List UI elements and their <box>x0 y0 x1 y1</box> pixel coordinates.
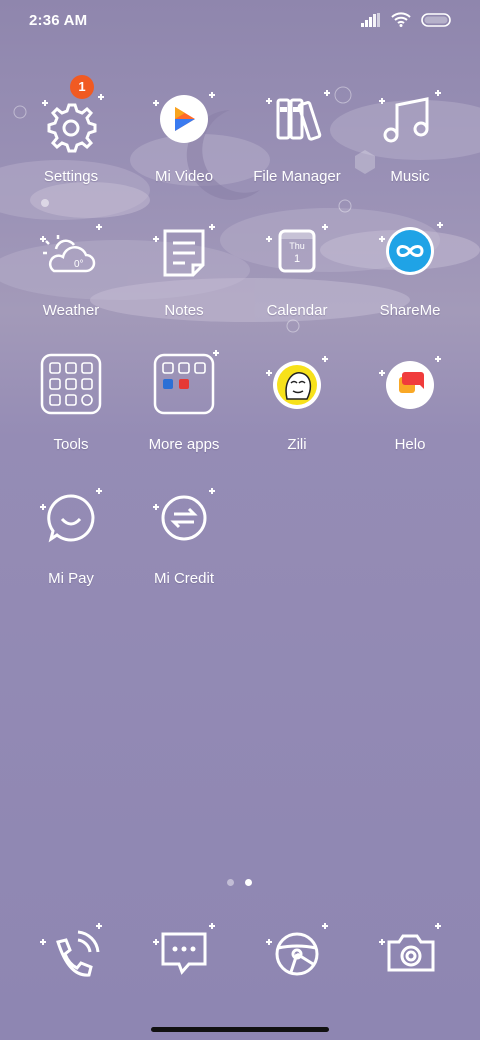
camera-icon <box>377 923 443 996</box>
clock: 2:36 AM <box>29 12 88 29</box>
shareme-icon <box>377 222 443 295</box>
app-label: Music <box>390 168 430 185</box>
status-icons <box>361 12 451 27</box>
mi-credit-icon <box>151 488 217 563</box>
folder-tools[interactable]: Tools <box>15 353 127 473</box>
wallpaper <box>0 86 480 333</box>
app-music[interactable]: Music <box>354 90 466 205</box>
page-indicator[interactable] <box>227 879 252 886</box>
wifi-icon <box>391 12 411 27</box>
app-label: Mi Pay <box>48 570 94 587</box>
mi-video-icon <box>151 92 217 161</box>
app-label: Mi Video <box>154 168 214 185</box>
status-bar: 2:36 AM <box>0 0 480 44</box>
dock-camera[interactable] <box>354 923 466 1010</box>
app-label: Settings <box>43 168 99 185</box>
browser-icon <box>264 923 330 996</box>
app-label: Weather <box>42 302 100 319</box>
app-label: File Manager <box>253 168 341 185</box>
dock-browser[interactable] <box>241 923 353 1010</box>
music-note-icon <box>377 90 443 161</box>
app-helo[interactable]: Helo <box>354 356 466 473</box>
app-file-manager[interactable]: File Manager <box>241 90 353 205</box>
calendar-day: Thu <box>289 241 305 251</box>
calendar-date: 1 <box>294 253 300 265</box>
signal-icon <box>361 12 380 27</box>
folder-label: More apps <box>148 436 220 453</box>
folder-binders-icon <box>264 90 330 161</box>
battery-icon <box>421 12 451 27</box>
weather-cloud-sun-icon: 0° <box>38 224 104 295</box>
folder-label: Tools <box>53 436 89 453</box>
app-shareme[interactable]: ShareMe <box>354 222 466 339</box>
app-mi-pay[interactable]: Mi Pay <box>15 488 127 607</box>
app-label: Calendar <box>266 302 328 319</box>
home-gesture-bar[interactable] <box>151 1027 329 1032</box>
settings-icon: 1 <box>38 75 104 161</box>
app-zili[interactable]: Zili <box>241 356 353 473</box>
mi-pay-icon <box>38 488 104 563</box>
app-notes[interactable]: Notes <box>128 224 240 339</box>
app-calendar[interactable]: Thu 1 Calendar <box>241 224 353 339</box>
app-label: Helo <box>394 436 426 453</box>
app-label: Mi Credit <box>153 570 214 587</box>
app-mi-credit[interactable]: Mi Credit <box>128 488 240 607</box>
folder-more-apps[interactable]: More apps <box>128 350 240 473</box>
tools-folder-icon <box>38 353 104 429</box>
dock-phone[interactable] <box>15 923 127 1010</box>
notification-badge: 1 <box>70 75 94 99</box>
messages-icon <box>151 923 217 996</box>
phone-icon <box>38 923 104 996</box>
app-settings[interactable]: 1 Settings <box>15 75 127 205</box>
weather-temp: 0° <box>74 259 84 270</box>
page-dot[interactable] <box>227 879 234 886</box>
app-label: ShareMe <box>379 302 441 319</box>
app-label: Zili <box>287 436 307 453</box>
app-weather[interactable]: 0° Weather <box>15 224 127 339</box>
helo-icon <box>377 356 443 429</box>
more-apps-folder-icon <box>151 350 219 429</box>
app-mi-video[interactable]: Mi Video <box>128 92 240 205</box>
dock-messages[interactable] <box>128 923 240 1010</box>
page-dot-active[interactable] <box>245 879 252 886</box>
calendar-icon: Thu 1 <box>264 224 330 295</box>
notes-icon <box>151 224 217 295</box>
app-label: Notes <box>164 302 204 319</box>
zili-icon <box>264 356 330 429</box>
